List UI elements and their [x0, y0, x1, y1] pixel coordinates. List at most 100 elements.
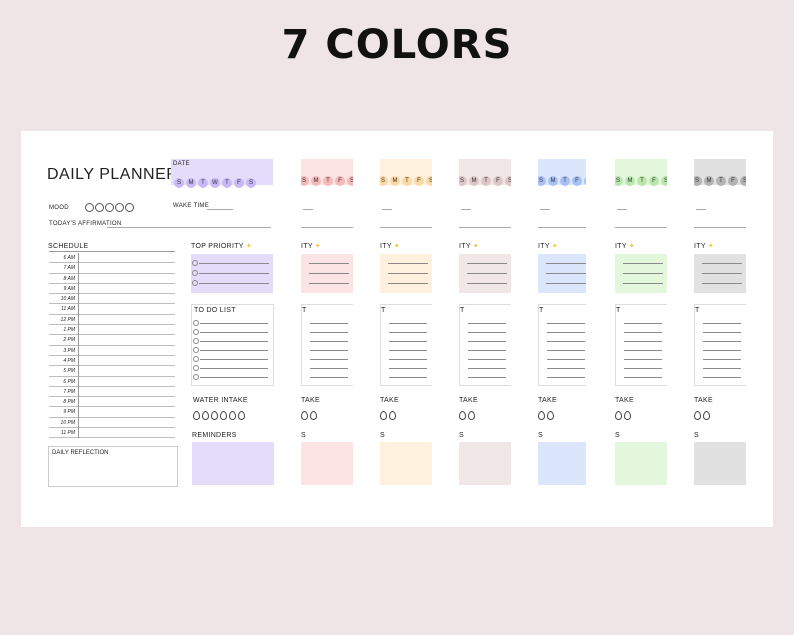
water-drop-icon — [301, 411, 308, 420]
schedule-row: 2 PM — [49, 335, 175, 346]
schedule-time: 6 AM — [63, 255, 75, 261]
todo-line — [547, 341, 585, 342]
day-circle: M — [625, 176, 635, 186]
reminders-label: S — [301, 432, 306, 439]
schedule-row: 5 PM — [49, 366, 175, 377]
schedule-rule — [49, 251, 175, 252]
water-intake-label: TAKE — [694, 397, 713, 404]
schedule-time: 11 AM — [61, 306, 75, 313]
todo-label: T — [539, 307, 544, 314]
date-box: SMTFS — [301, 159, 353, 186]
star-icon: ✦ — [549, 243, 559, 250]
water-drops-icon — [380, 407, 398, 425]
water-drop-icon — [615, 411, 622, 420]
planner-column: SMTFSITY ✦TTAKES — [538, 131, 586, 527]
todo-line — [547, 350, 585, 351]
todo-line — [547, 323, 585, 324]
schedule-time: 2 PM — [63, 337, 75, 344]
checkbox-icon — [192, 260, 198, 266]
reminders-box — [380, 442, 432, 485]
schedule-time: 5 PM — [63, 368, 75, 375]
schedule-time: 9 AM — [63, 285, 75, 292]
star-icon: ✦ — [705, 243, 715, 250]
day-circle: M — [704, 176, 714, 186]
priority-line — [546, 273, 586, 274]
reminders-box — [459, 442, 511, 485]
day-circle: S — [661, 176, 667, 186]
todo-box: T — [615, 304, 667, 386]
date-box: DATE S M T W T F S — [171, 159, 273, 188]
priority-line — [546, 263, 586, 264]
todo-line — [468, 377, 506, 378]
top-priority-text: ITY — [301, 243, 313, 250]
star-icon: ✦ — [312, 243, 322, 250]
day-circle: T — [198, 178, 208, 188]
planner-sheet: DAILY PLANNER MOOD TODAY'S AFFIRMATION S… — [21, 131, 773, 527]
priority-line — [623, 273, 663, 274]
schedule-row: 11 AM — [49, 304, 175, 316]
checkbox-icon — [192, 280, 198, 286]
schedule-time: 8 PM — [63, 399, 75, 406]
day-circle: F — [728, 176, 738, 186]
water-drop-icon — [694, 411, 701, 420]
todo-line — [200, 350, 268, 351]
schedule-row: 7 AM — [49, 263, 175, 274]
reminders-box — [192, 442, 274, 485]
todo-line — [310, 359, 348, 360]
todo-line — [468, 350, 506, 351]
priority-line — [702, 273, 742, 274]
day-circle: W — [210, 178, 220, 188]
water-drops-icon — [193, 407, 247, 425]
water-drop-icon — [193, 411, 200, 420]
todo-line — [200, 332, 268, 333]
planner-title: DAILY PLANNER — [47, 166, 179, 183]
todo-line — [547, 359, 585, 360]
water-drop-icon — [202, 411, 209, 420]
day-circle: T — [637, 176, 647, 186]
todo-line — [200, 359, 268, 360]
reminders-box — [301, 442, 353, 485]
planner-column: SMTFSITY ✦TTAKES — [301, 131, 353, 527]
wake-time-line — [540, 209, 550, 210]
schedule-time: 10 AM — [60, 296, 75, 303]
priority-line — [702, 283, 742, 284]
water-intake-label: WATER INTAKE — [193, 397, 248, 404]
planner-column: SMTFSITY ✦TTAKES — [380, 131, 432, 527]
todo-line — [703, 377, 741, 378]
water-intake-label: TAKE — [459, 397, 478, 404]
mood-faces-icon — [84, 203, 135, 212]
top-priority-label: TOP PRIORITY ✦ — [191, 242, 252, 250]
reminders-label: S — [459, 432, 464, 439]
affirmation-line — [694, 227, 746, 228]
todo-line — [200, 368, 268, 369]
day-circle: M — [469, 176, 479, 186]
todo-line — [468, 323, 506, 324]
day-circles: SMTFS — [459, 169, 511, 187]
affirmation-line — [615, 227, 667, 228]
todo-line — [310, 368, 348, 369]
schedule-row: 4 PM — [49, 355, 175, 367]
todo-label: TO DO LIST — [194, 307, 236, 314]
schedule-label: SCHEDULE — [48, 243, 89, 250]
day-circles: SMTFS — [380, 169, 432, 187]
todo-line — [624, 350, 662, 351]
todo-line — [547, 332, 585, 333]
schedule-time: 10 PM — [60, 419, 75, 426]
todo-line — [703, 350, 741, 351]
star-icon: ✦ — [470, 243, 480, 250]
checkbox-icon — [193, 347, 199, 353]
date-label: DATE — [173, 161, 190, 167]
todo-line — [389, 359, 427, 360]
schedule-time: 7 AM — [63, 265, 75, 272]
water-drop-icon — [211, 411, 218, 420]
checkbox-icon — [193, 365, 199, 371]
affirmation-line — [459, 227, 511, 228]
priority-line — [309, 263, 349, 264]
day-circle: F — [493, 176, 503, 186]
todo-line — [468, 359, 506, 360]
day-circles: SMTWTFS — [174, 171, 258, 189]
checkbox-icon — [193, 329, 199, 335]
reminders-label: S — [615, 432, 620, 439]
priority-line — [623, 283, 663, 284]
checkbox-icon — [193, 338, 199, 344]
